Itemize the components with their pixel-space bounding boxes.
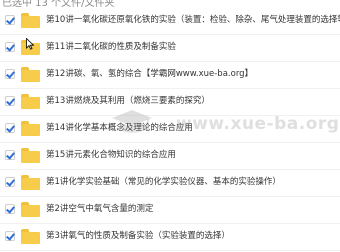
checkbox-checked-icon[interactable] [5,96,15,106]
folder-icon [21,67,40,82]
folder-icon [21,175,40,190]
file-name[interactable]: 第15讲元素化合物知识的综合应用 [46,150,176,161]
file-row[interactable]: 第10讲一氧化碳还原氧化铁的实验（装置：检验、除杂、尾气处理装置的选择等） [0,8,340,35]
checkbox-checked-icon[interactable] [5,231,15,241]
checkbox-checked-icon[interactable] [5,15,15,25]
mouse-cursor-icon [26,38,34,50]
file-name[interactable]: 第3讲氧气的性质及制备实验（实验装置的选择） [46,231,230,242]
folder-icon [21,202,40,217]
file-row[interactable]: 第1讲化学实验基础（常见的化学实验仪器、基本的实验操作） [0,170,340,197]
checkbox-checked-icon[interactable] [5,204,15,214]
watermark-logo-icon [112,110,152,133]
selection-status-bar: 已选中 13 个文件/文件夹 [0,0,340,8]
file-name[interactable]: 第2讲空气中氧气含量的测定 [46,204,153,215]
folder-icon [21,121,40,136]
file-row[interactable]: 第3讲氧气的性质及制备实验（实验装置的选择） [0,224,340,251]
file-row[interactable]: 第15讲元素化合物知识的综合应用 [0,143,340,170]
file-name[interactable]: 第13讲燃烧及其利用（燃烧三要素的探究） [46,96,210,107]
file-row[interactable]: 第11讲二氧化碳的性质及制备实验 [0,35,340,62]
file-name[interactable]: 第1讲化学实验基础（常见的化学实验仪器、基本的实验操作） [46,177,281,188]
file-row[interactable]: 第13讲燃烧及其利用（燃烧三要素的探究） [0,89,340,116]
folder-icon [21,13,40,28]
watermark-text: www.xue-ba.org [176,114,340,134]
checkbox-checked-icon[interactable] [5,69,15,79]
checkbox-checked-icon[interactable] [5,42,15,52]
file-row[interactable]: 第2讲空气中氧气含量的测定 [0,197,340,224]
folder-icon [21,148,40,163]
folder-icon [21,94,40,109]
checkbox-checked-icon[interactable] [5,123,15,133]
selection-status-text: 已选中 13 个文件/文件夹 [2,0,115,8]
checkbox-checked-icon[interactable] [5,177,15,187]
file-row[interactable]: 第12讲碳、氧、氢的综合【学霸网www.xue-ba.org】 [0,62,340,89]
file-name[interactable]: 第11讲二氧化碳的性质及制备实验 [46,42,176,53]
checkbox-checked-icon[interactable] [5,150,15,160]
file-name[interactable]: 第10讲一氧化碳还原氧化铁的实验（装置：检验、除杂、尾气处理装置的选择等） [46,15,340,26]
file-name[interactable]: 第12讲碳、氧、氢的综合【学霸网www.xue-ba.org】 [46,69,253,80]
folder-icon [21,229,40,244]
